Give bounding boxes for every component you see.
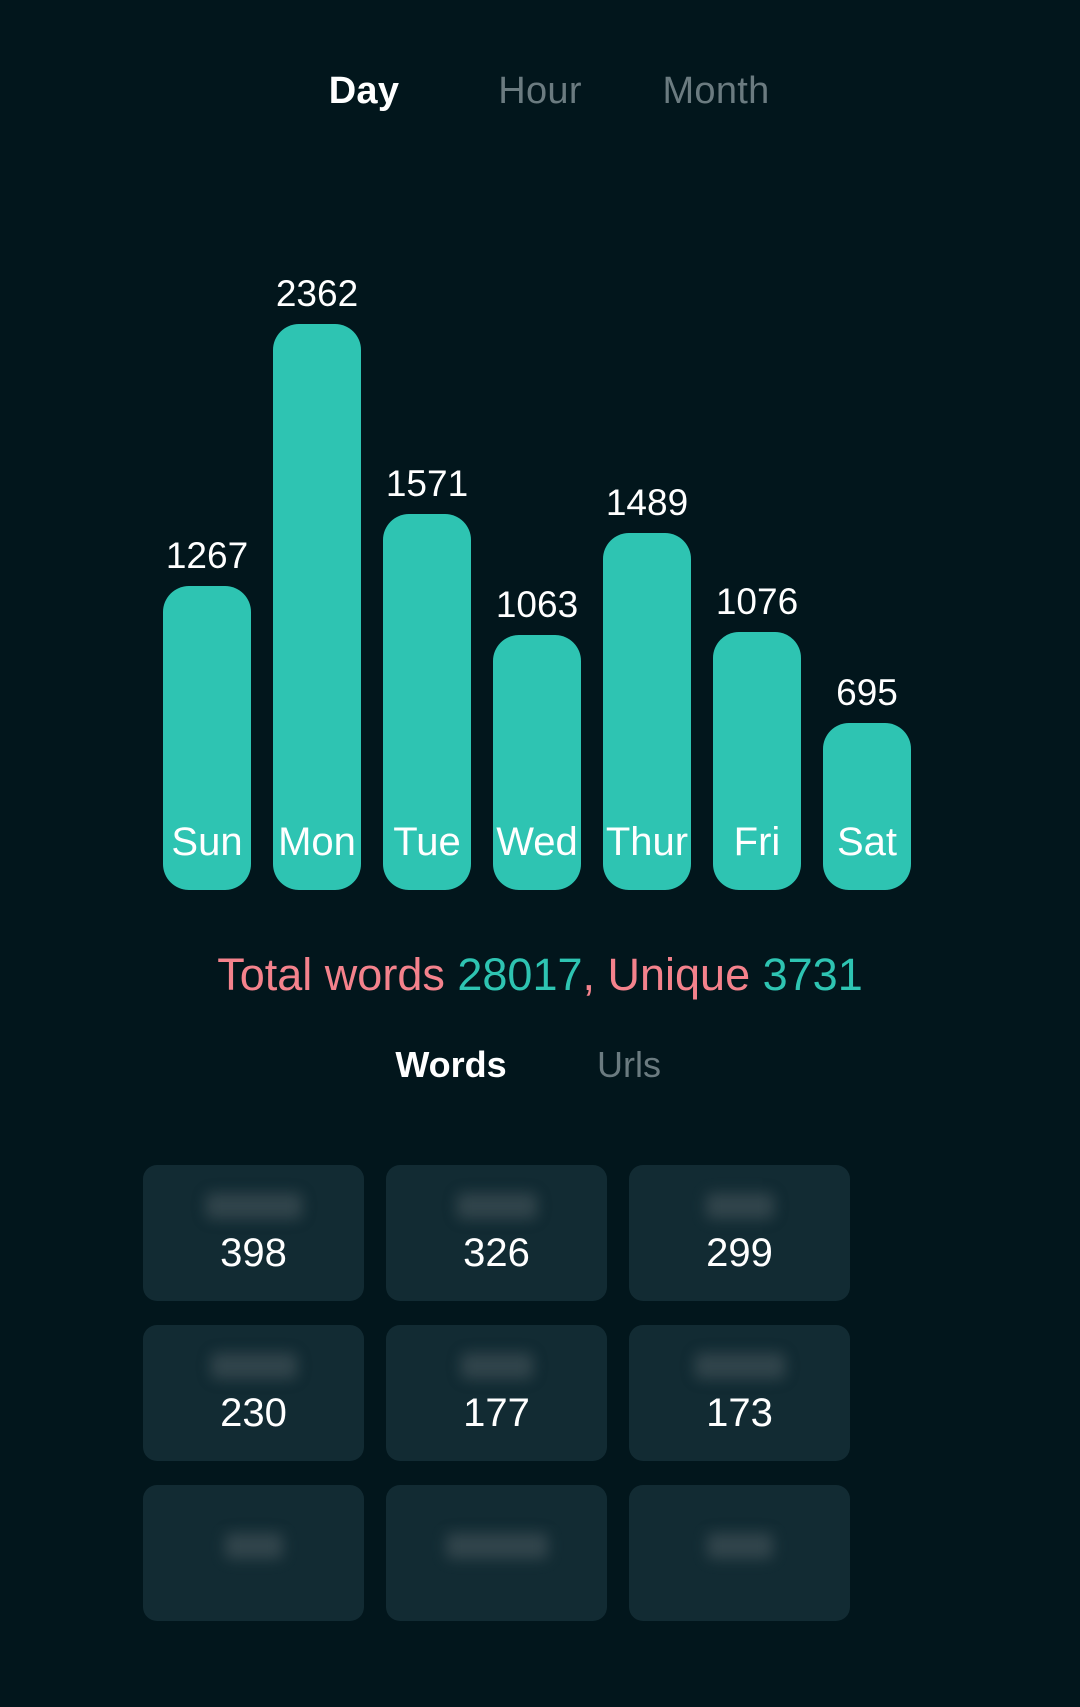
tab-urls[interactable]: Urls — [540, 1044, 718, 1132]
tab-hour-label: Hour — [498, 70, 582, 112]
tab-month[interactable]: Month — [628, 70, 804, 159]
bar-column[interactable]: 2362 Mon — [262, 200, 372, 890]
word-card[interactable]: 230 — [143, 1325, 364, 1461]
word-card-term — [205, 1193, 302, 1219]
bar-category-label: Sat — [836, 820, 898, 864]
word-card[interactable] — [386, 1485, 607, 1621]
tab-month-label: Month — [662, 70, 770, 112]
word-card-count: 173 — [706, 1391, 773, 1435]
word-card-term — [694, 1353, 785, 1379]
word-card-term — [705, 1193, 774, 1219]
period-tab-bar: Day Hour Month — [0, 70, 1080, 159]
bar-value-label: 1076 — [715, 581, 799, 622]
word-card[interactable]: 299 — [629, 1165, 850, 1301]
totals-summary: Total words 28017, Unique 3731 — [0, 952, 1080, 997]
word-card-term — [460, 1353, 533, 1379]
total-words-label: Total words — [217, 949, 445, 1000]
bar-value-label: 1489 — [605, 482, 689, 523]
word-card-count: 230 — [220, 1391, 287, 1435]
word-card[interactable]: 398 — [143, 1165, 364, 1301]
unique-words-value: 3731 — [762, 949, 863, 1000]
bar-value-label: 695 — [836, 672, 898, 713]
list-tab-bar: Words Urls — [0, 1044, 1080, 1132]
bar-value-label: 1267 — [165, 535, 249, 576]
bar-column[interactable]: 1571 Tue — [372, 200, 482, 890]
bar-value-label: 1063 — [495, 584, 579, 625]
word-card[interactable]: 173 — [629, 1325, 850, 1461]
word-card[interactable] — [143, 1485, 364, 1621]
word-card-term — [210, 1353, 297, 1379]
word-card-count: 299 — [706, 1231, 773, 1275]
tab-words[interactable]: Words — [362, 1044, 540, 1132]
bar[interactable] — [823, 723, 911, 890]
word-card-count: 398 — [220, 1231, 287, 1275]
tab-day-label: Day — [328, 70, 400, 112]
tab-urls-label: Urls — [597, 1044, 661, 1085]
total-words-value: 28017 — [457, 949, 583, 1000]
bar-value-label: 2362 — [275, 273, 359, 314]
word-card-term — [224, 1533, 283, 1559]
bar[interactable] — [273, 324, 361, 890]
stats-screen: Day Hour Month 1267 Sun 2362 Mon 1571 Tue 1063… — [0, 0, 1080, 1707]
word-card-term — [445, 1533, 548, 1559]
word-card[interactable] — [629, 1485, 850, 1621]
chart-plot-area: 1267 Sun 2362 Mon 1571 Tue 1063 Wed 1489 Thur 1076… — [0, 200, 1080, 890]
word-card-term — [456, 1193, 537, 1219]
word-card-count: 177 — [463, 1391, 530, 1435]
bar-column[interactable]: 695 Sat — [812, 200, 922, 890]
bar-column[interactable]: 1267 Sun — [152, 200, 262, 890]
bar-value-label: 1571 — [385, 463, 469, 504]
word-card-term — [706, 1533, 773, 1559]
daily-word-bar-chart: 1267 Sun 2362 Mon 1571 Tue 1063 Wed 1489 Thur 1076… — [0, 200, 1080, 890]
tab-hour[interactable]: Hour — [452, 70, 628, 159]
bar-column[interactable]: 1063 Wed — [482, 200, 592, 890]
bar-column[interactable]: 1489 Thur — [592, 200, 702, 890]
tab-day[interactable]: Day — [276, 70, 452, 159]
word-card-grid: 398 326 299 230 177 173 — [143, 1165, 937, 1621]
tab-words-label: Words — [395, 1044, 507, 1085]
unique-words-label: , Unique — [582, 949, 751, 1000]
word-card[interactable]: 326 — [386, 1165, 607, 1301]
word-card[interactable]: 177 — [386, 1325, 607, 1461]
word-card-count: 326 — [463, 1231, 530, 1275]
bar-column[interactable]: 1076 Fri — [702, 200, 812, 890]
